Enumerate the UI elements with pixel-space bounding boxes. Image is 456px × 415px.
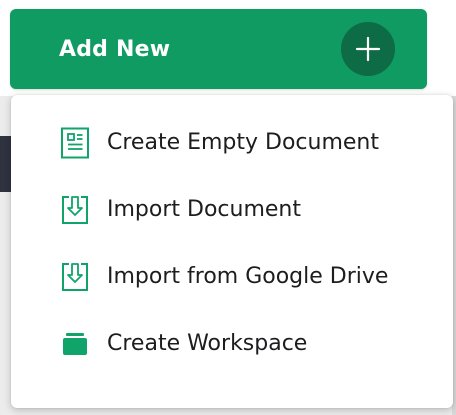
menu-item-label: Import from Google Drive xyxy=(107,264,389,289)
add-new-button[interactable]: Add New xyxy=(10,9,427,89)
workspace-icon xyxy=(58,327,92,361)
menu-item-import-document[interactable]: Import Document xyxy=(11,176,453,243)
menu-item-import-google-drive[interactable]: Import from Google Drive xyxy=(11,243,453,310)
import-icon xyxy=(58,260,92,294)
menu-item-create-workspace[interactable]: Create Workspace xyxy=(11,310,453,377)
menu-item-label: Import Document xyxy=(107,197,301,222)
add-new-dropdown-menu: Create Empty Document Import Document Im… xyxy=(11,95,453,408)
app-stage: Add New Create Empty Document Import Doc… xyxy=(0,0,456,415)
plus-icon[interactable] xyxy=(341,22,395,76)
import-icon xyxy=(58,193,92,227)
menu-item-label: Create Empty Document xyxy=(107,130,380,155)
document-icon xyxy=(58,126,92,160)
add-new-label: Add New xyxy=(59,36,171,62)
menu-item-create-empty-document[interactable]: Create Empty Document xyxy=(11,109,453,176)
menu-item-label: Create Workspace xyxy=(107,331,308,356)
